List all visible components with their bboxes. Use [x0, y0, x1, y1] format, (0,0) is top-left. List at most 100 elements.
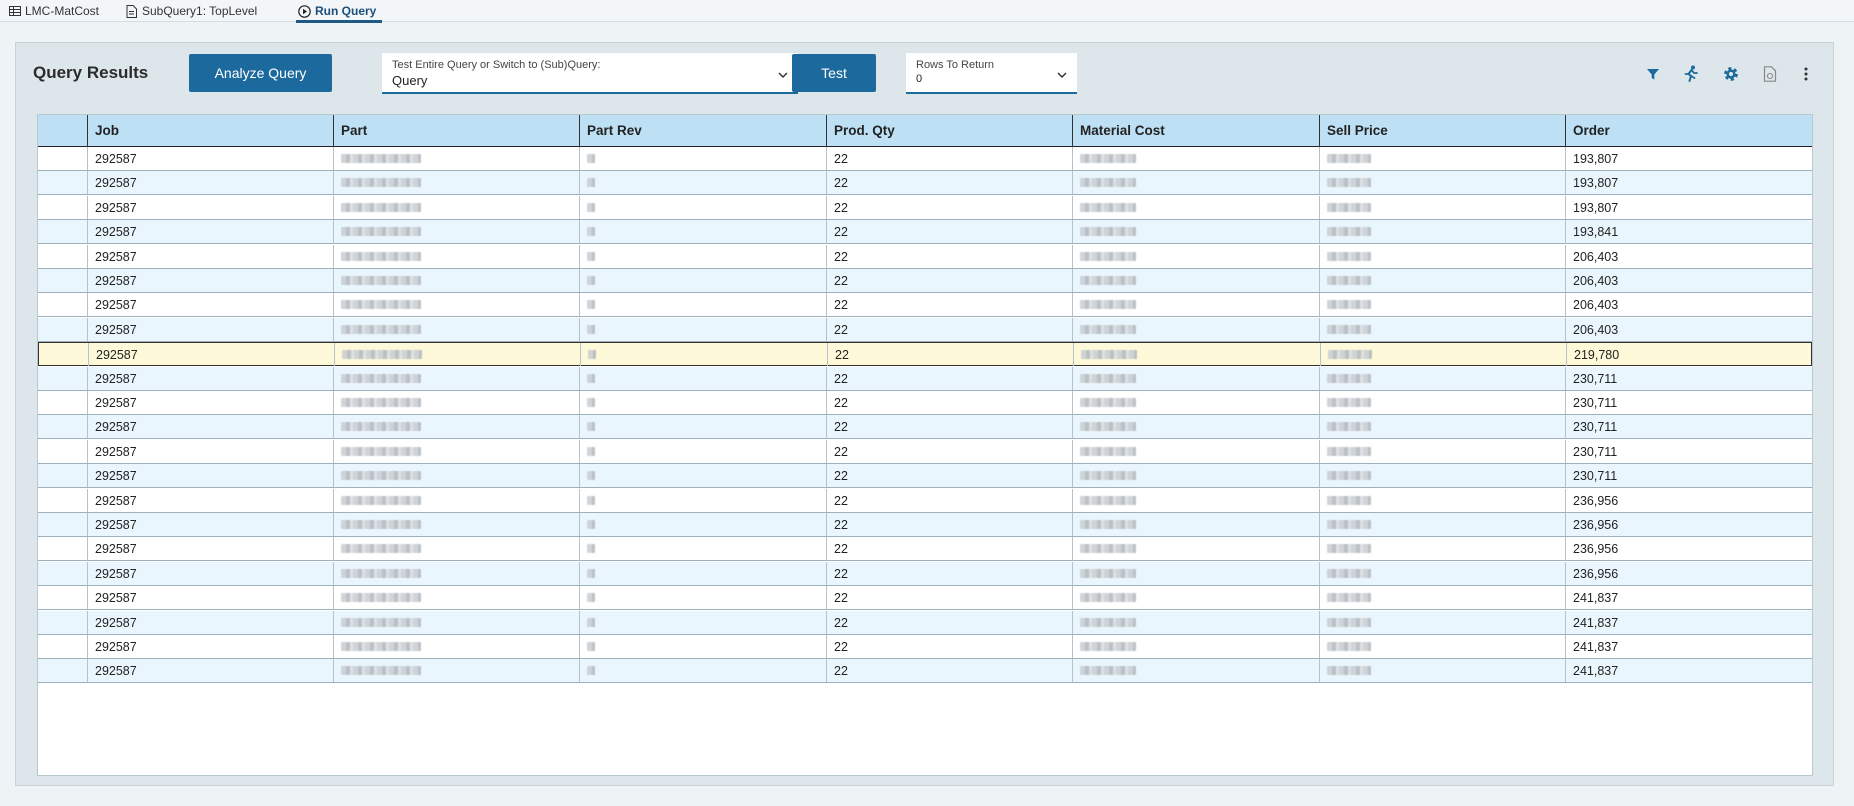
part-cell[interactable]	[333, 537, 579, 561]
order-cell[interactable]: 193,807	[1565, 147, 1812, 170]
sell-price-cell[interactable]	[1319, 513, 1565, 536]
prod-qty-cell[interactable]: 22	[826, 391, 1072, 414]
material-cost-cell[interactable]	[1072, 659, 1319, 683]
order-cell[interactable]: 193,807	[1565, 195, 1812, 219]
order-cell[interactable]: 219,780	[1566, 343, 1812, 367]
part-cell[interactable]	[333, 488, 579, 512]
material-cost-cell[interactable]	[1072, 513, 1319, 536]
sell-price-cell[interactable]	[1319, 537, 1565, 561]
part-rev-cell[interactable]	[579, 147, 826, 170]
row-selector-cell[interactable]	[38, 440, 87, 463]
column-header-sell-price[interactable]: Sell Price	[1319, 115, 1565, 147]
job-cell[interactable]: 292587	[87, 561, 333, 585]
part-rev-cell[interactable]	[579, 464, 826, 488]
job-cell[interactable]: 292587	[87, 659, 333, 683]
row-selector-cell[interactable]	[38, 367, 87, 390]
part-cell[interactable]	[333, 269, 579, 292]
part-cell[interactable]	[333, 561, 579, 585]
table-row[interactable]: 292587 22 230,711	[38, 415, 1812, 440]
job-cell[interactable]: 292587	[87, 391, 333, 414]
table-row[interactable]: 292587 22 193,807	[38, 171, 1812, 196]
material-cost-cell[interactable]	[1072, 415, 1319, 439]
prod-qty-cell[interactable]: 22	[826, 220, 1072, 244]
table-row[interactable]: 292587 22 236,956	[38, 537, 1812, 562]
prod-qty-cell[interactable]: 22	[826, 659, 1072, 683]
prod-qty-cell[interactable]: 22	[826, 366, 1072, 390]
part-cell[interactable]	[333, 391, 579, 414]
row-selector-cell[interactable]	[38, 489, 87, 512]
part-rev-cell[interactable]	[579, 366, 826, 390]
part-rev-cell[interactable]	[579, 439, 826, 463]
part-rev-cell[interactable]	[579, 244, 826, 268]
order-cell[interactable]: 230,711	[1565, 439, 1812, 463]
order-cell[interactable]: 241,837	[1565, 610, 1812, 634]
material-cost-cell[interactable]	[1072, 171, 1319, 195]
table-row[interactable]: 292587 22 230,711	[38, 366, 1812, 391]
column-header-prod-qty[interactable]: Prod. Qty	[826, 115, 1072, 147]
material-cost-cell[interactable]	[1072, 147, 1319, 170]
job-cell[interactable]: 292587	[87, 244, 333, 268]
sell-price-cell[interactable]	[1319, 220, 1565, 244]
order-cell[interactable]: 241,837	[1565, 586, 1812, 610]
part-cell[interactable]	[333, 586, 579, 610]
part-cell[interactable]	[333, 610, 579, 634]
job-cell[interactable]: 292587	[87, 537, 333, 561]
material-cost-cell[interactable]	[1072, 269, 1319, 292]
part-cell[interactable]	[333, 513, 579, 536]
part-rev-cell[interactable]	[579, 293, 826, 317]
part-cell[interactable]	[334, 343, 580, 367]
material-cost-cell[interactable]	[1072, 464, 1319, 488]
table-row[interactable]: 292587 22 230,711	[38, 464, 1812, 489]
part-cell[interactable]	[333, 366, 579, 390]
material-cost-cell[interactable]	[1072, 195, 1319, 219]
row-selector-cell[interactable]	[38, 220, 87, 243]
order-cell[interactable]: 206,403	[1565, 269, 1812, 292]
row-selector-cell[interactable]	[38, 196, 87, 219]
order-cell[interactable]: 236,956	[1565, 561, 1812, 585]
row-selector-cell[interactable]	[38, 611, 87, 634]
sell-price-cell[interactable]	[1319, 317, 1565, 341]
table-row[interactable]: 292587 22 236,956	[38, 513, 1812, 537]
row-selector-cell[interactable]	[39, 343, 88, 366]
column-header-part[interactable]: Part	[333, 115, 579, 147]
table-row[interactable]: 292587 22 241,837	[38, 610, 1812, 635]
material-cost-cell[interactable]	[1072, 561, 1319, 585]
part-rev-cell[interactable]	[579, 635, 826, 658]
column-header-job[interactable]: Job	[87, 115, 333, 147]
material-cost-cell[interactable]	[1072, 366, 1319, 390]
column-header-material-cost[interactable]: Material Cost	[1072, 115, 1319, 147]
job-cell[interactable]: 292587	[87, 586, 333, 610]
sell-price-cell[interactable]	[1319, 171, 1565, 195]
prod-qty-cell[interactable]: 22	[826, 244, 1072, 268]
job-cell[interactable]: 292587	[87, 147, 333, 170]
prod-qty-cell[interactable]: 22	[826, 610, 1072, 634]
tab-lmc-matcost[interactable]: LMC-MatCost	[8, 0, 99, 22]
part-rev-cell[interactable]	[579, 195, 826, 219]
row-selector-cell[interactable]	[38, 464, 87, 487]
material-cost-cell[interactable]	[1073, 343, 1320, 367]
part-rev-cell[interactable]	[579, 659, 826, 683]
material-cost-cell[interactable]	[1072, 244, 1319, 268]
prod-qty-cell[interactable]: 22	[826, 147, 1072, 170]
row-selector-cell[interactable]	[38, 318, 87, 341]
row-selector-cell[interactable]	[38, 391, 87, 414]
tab-subquery1[interactable]: SubQuery1: TopLevel	[125, 0, 257, 22]
sell-price-cell[interactable]	[1319, 293, 1565, 317]
sell-price-cell[interactable]	[1319, 586, 1565, 610]
part-cell[interactable]	[333, 171, 579, 195]
tab-run-query[interactable]: Run Query	[295, 0, 383, 23]
sell-price-cell[interactable]	[1319, 561, 1565, 585]
prod-qty-cell[interactable]: 22	[826, 464, 1072, 488]
filter-icon[interactable]	[1642, 63, 1664, 85]
part-cell[interactable]	[333, 220, 579, 244]
job-cell[interactable]: 292587	[87, 293, 333, 317]
part-rev-cell[interactable]	[580, 343, 827, 367]
material-cost-cell[interactable]	[1072, 439, 1319, 463]
sell-price-cell[interactable]	[1319, 488, 1565, 512]
job-cell[interactable]: 292587	[88, 343, 334, 367]
material-cost-cell[interactable]	[1072, 293, 1319, 317]
sell-price-cell[interactable]	[1319, 147, 1565, 170]
column-header-part-rev[interactable]: Part Rev	[579, 115, 826, 147]
table-row[interactable]: 292587 22 230,711	[38, 439, 1812, 464]
subquery-select[interactable]: Test Entire Query or Switch to (Sub)Quer…	[382, 53, 798, 94]
